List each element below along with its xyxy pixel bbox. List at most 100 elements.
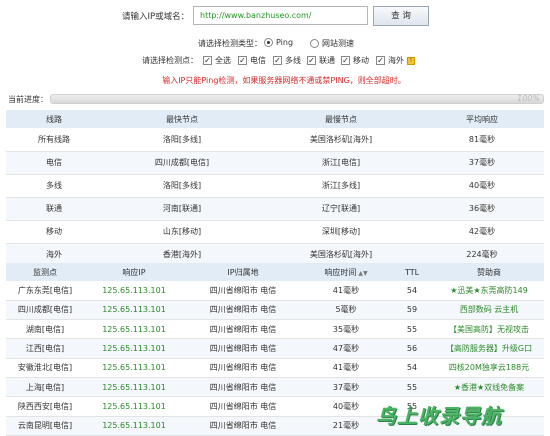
- col-header-response-ip[interactable]: 响应IP: [84, 263, 184, 281]
- detail-cell-ttl: 55: [390, 377, 434, 398]
- radio-ping[interactable]: Ping: [264, 38, 293, 47]
- detail-cell-location: 四川省绵阳市 电信: [184, 377, 302, 398]
- summary-cell-average: 36毫秒: [420, 197, 544, 221]
- progress-label: 当前进度：: [8, 95, 48, 104]
- summary-cell-line: 移动: [6, 220, 102, 244]
- domain-row: 请输入IP或域名： 查 询: [0, 6, 550, 26]
- detail-cell-ttl: 55: [390, 319, 434, 340]
- detail-row: 湖南[电信] 125.65.113.101 四川省绵阳市 电信 35毫秒 55 【美国高防…: [6, 319, 544, 340]
- detail-cell-ttl: 59: [390, 300, 434, 321]
- detail-cell-location: 四川省绵阳市 电信: [184, 416, 302, 436]
- col-header-ip-location[interactable]: IP归属地: [184, 263, 302, 281]
- checkbox-telecom[interactable]: ✓ 电信: [238, 55, 266, 66]
- detail-row: 广东东莞[电信] 125.65.113.101 四川省绵阳市 电信 41毫秒 54 ★迅美…: [6, 281, 544, 301]
- type-row: 请选择检测类型： Ping 网站测速: [0, 38, 550, 50]
- progress-bar: 100%: [50, 94, 544, 104]
- checkbox-checked-icon[interactable]: ✓: [376, 56, 385, 65]
- detail-cell-location: 四川省绵阳市 电信: [184, 281, 302, 301]
- detail-cell-ip: 125.65.113.101: [84, 358, 184, 378]
- watermark-text: 鸟上收录导航: [376, 403, 502, 428]
- summary-cell-fastest: 洛阳[多线]: [102, 174, 262, 198]
- detail-cell-time: 47毫秒: [302, 338, 390, 359]
- detail-cell-sponsor[interactable]: 西部数码 云主机: [434, 300, 544, 321]
- checkbox-all[interactable]: ✓ 全选: [203, 55, 231, 66]
- detail-cell-ip: 125.65.113.101: [84, 377, 184, 398]
- detail-cell-time: 37毫秒: [302, 377, 390, 398]
- radio-site-speed-label: 网站测速: [322, 39, 354, 48]
- notice-text: 输入IP只能Ping检测，如果服务器网络不通或禁PING，则全部超时。: [162, 75, 406, 85]
- detail-cell-monitor: 广东东莞[电信]: [6, 281, 84, 301]
- radio-dot-icon[interactable]: [310, 39, 319, 48]
- detail-cell-ip: 125.65.113.101: [84, 338, 184, 359]
- detail-cell-sponsor[interactable]: ★香港★双线免备案: [434, 377, 544, 398]
- summary-row: 电信 四川成都[电信] 浙江[电信] 37毫秒: [6, 151, 544, 175]
- detail-cell-monitor: 安徽淮北[电信]: [6, 358, 84, 378]
- summary-row: 联通 河南[联通] 辽宁[联通] 36毫秒: [6, 197, 544, 221]
- detail-cell-location: 四川省绵阳市 电信: [184, 358, 302, 378]
- col-header-average: 平均响应: [420, 110, 544, 128]
- col-header-slowest: 最慢节点: [262, 110, 420, 128]
- type-label: 请选择检测类型：: [198, 39, 262, 48]
- detail-cell-monitor: 云南昆明[电信]: [6, 416, 84, 436]
- detail-cell-sponsor[interactable]: 【高防服务器】升级G口: [434, 338, 544, 359]
- detail-cell-ttl: 56: [390, 338, 434, 359]
- detail-cell-location: 四川省绵阳市 电信: [184, 300, 302, 321]
- col-header-response-time-label: 响应时间: [324, 267, 357, 277]
- detail-cell-ttl: 54: [390, 281, 434, 301]
- checkbox-label: 海外: [388, 56, 404, 65]
- notice-row: 输入IP只能Ping检测，如果服务器网络不通或禁PING，则全部超时。: [0, 74, 550, 86]
- col-header-line: 线路: [6, 110, 102, 128]
- summary-row: 多线 洛阳[多线] 浙江[多线] 40毫秒: [6, 174, 544, 198]
- detail-cell-monitor: 江西[电信]: [6, 338, 84, 359]
- sort-icon[interactable]: ▲▼: [358, 270, 367, 277]
- detail-cell-sponsor[interactable]: 【美国高防】无视攻击: [434, 319, 544, 340]
- checkbox-checked-icon[interactable]: ✓: [307, 56, 316, 65]
- detail-cell-sponsor[interactable]: 四核20M独享云188元: [434, 358, 544, 378]
- checkbox-unicom[interactable]: ✓ 联通: [307, 55, 335, 66]
- summary-cell-line: 联通: [6, 197, 102, 221]
- summary-cell-slowest: 深圳[移动]: [262, 220, 420, 244]
- detail-cell-time: 41毫秒: [302, 358, 390, 378]
- detail-header-row: 监测点 响应IP IP归属地 响应时间 ▲▼ TTL 赞助商: [6, 263, 544, 281]
- detail-cell-ip: 125.65.113.101: [84, 416, 184, 436]
- checkbox-label: 多线: [285, 56, 301, 65]
- detail-cell-ip: 125.65.113.101: [84, 300, 184, 321]
- summary-header-row: 线路 最快节点 最慢节点 平均响应: [6, 110, 544, 128]
- detail-cell-time: 5毫秒: [302, 300, 390, 321]
- radio-ping-label: Ping: [276, 38, 294, 47]
- col-header-ttl[interactable]: TTL: [390, 263, 434, 281]
- radio-site-speed[interactable]: 网站测速: [310, 38, 354, 49]
- checkbox-label: 电信: [250, 56, 266, 65]
- radio-dot-icon[interactable]: [264, 38, 273, 47]
- checkbox-checked-icon[interactable]: ✓: [273, 56, 282, 65]
- summary-table: 线路 最快节点 最慢节点 平均响应 所有线路 洛阳[多线] 美国洛杉矶[海外] 81毫…: [6, 110, 544, 267]
- summary-cell-fastest: 四川成都[电信]: [102, 151, 262, 175]
- query-button[interactable]: 查 询: [373, 6, 429, 26]
- detail-cell-location: 四川省绵阳市 电信: [184, 338, 302, 359]
- col-header-response-time[interactable]: 响应时间 ▲▼: [302, 263, 390, 281]
- detail-cell-monitor: 四川成都[电信]: [6, 300, 84, 321]
- detail-cell-time: 35毫秒: [302, 319, 390, 340]
- checkbox-overseas[interactable]: ✓ 海外 !: [376, 55, 415, 66]
- summary-cell-line: 多线: [6, 174, 102, 198]
- summary-cell-average: 42毫秒: [420, 220, 544, 244]
- checkbox-mobile[interactable]: ✓ 移动: [341, 55, 369, 66]
- checkbox-checked-icon[interactable]: ✓: [203, 56, 212, 65]
- checkbox-checked-icon[interactable]: ✓: [341, 56, 350, 65]
- summary-cell-line: 所有线路: [6, 128, 102, 152]
- summary-cell-slowest: 浙江[电信]: [262, 151, 420, 175]
- progress-value: 100%: [517, 94, 540, 103]
- col-header-monitor[interactable]: 监测点: [6, 263, 84, 281]
- col-header-fastest: 最快节点: [102, 110, 262, 128]
- summary-cell-slowest: 美国洛杉矶[海外]: [262, 128, 420, 152]
- domain-input[interactable]: [193, 6, 368, 25]
- detail-cell-ip: 125.65.113.101: [84, 319, 184, 340]
- checkbox-multiline[interactable]: ✓ 多线: [273, 55, 301, 66]
- summary-row: 移动 山东[移动] 深圳[移动] 42毫秒: [6, 220, 544, 244]
- checkbox-checked-icon[interactable]: ✓: [238, 56, 247, 65]
- detail-cell-ip: 125.65.113.101: [84, 281, 184, 301]
- detail-row: 上海[电信] 125.65.113.101 四川省绵阳市 电信 37毫秒 55 ★香港★双…: [6, 377, 544, 398]
- summary-row: 所有线路 洛阳[多线] 美国洛杉矶[海外] 81毫秒: [6, 128, 544, 152]
- progress-fill: [51, 95, 543, 103]
- detail-cell-sponsor[interactable]: ★迅美★东莞高防149: [434, 281, 544, 301]
